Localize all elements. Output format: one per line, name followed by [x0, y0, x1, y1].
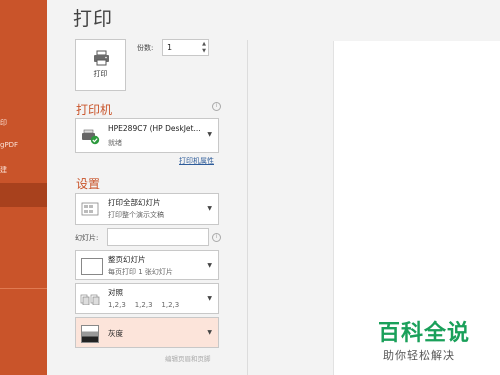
color-mode-label: 灰度 — [108, 329, 123, 338]
print-range-label: 打印全部幻灯片 — [108, 198, 161, 207]
sidebar-item-print-partial[interactable]: 印 — [0, 118, 47, 128]
collation-select[interactable]: 对照 1,2,3 1,2,3 1,2,3 ▼ — [75, 283, 219, 314]
slides-input[interactable] — [107, 228, 209, 246]
spin-up-icon[interactable]: ▲ — [202, 42, 206, 47]
collated-pages-icon — [80, 294, 100, 305]
watermark-title: 百科全说 — [378, 321, 471, 346]
sidebar-divider — [0, 288, 47, 289]
sidebar-item-label: 建 — [0, 166, 7, 174]
edit-header-footer-link[interactable]: 编辑页眉和页脚 — [165, 353, 211, 363]
chevron-down-icon: ▼ — [207, 295, 212, 302]
printer-section-title: 打印机 — [76, 103, 113, 117]
slides-stack-icon — [81, 202, 99, 216]
sidebar-item-create[interactable]: 建 — [0, 165, 47, 175]
printer-name: HPE289C7 (HP DeskJet... — [108, 124, 201, 133]
collation-label: 对照 — [108, 288, 123, 297]
color-mode-select[interactable]: 灰度 ▼ — [75, 317, 219, 348]
grayscale-icon — [81, 325, 99, 343]
spin-down-icon[interactable]: ▼ — [202, 49, 206, 54]
slides-label: 幻灯片: — [75, 234, 99, 242]
sidebar-item-active[interactable] — [0, 183, 47, 207]
chevron-down-icon: ▼ — [207, 205, 212, 212]
watermark-subtitle: 助你轻松解决 — [383, 349, 455, 362]
copies-label: 份数: — [137, 44, 154, 52]
sidebar-item-label: 印 — [0, 119, 7, 127]
print-button-label: 打印 — [93, 70, 108, 78]
layout-label: 整页幻灯片 — [108, 255, 146, 264]
chevron-down-icon: ▼ — [207, 131, 212, 138]
sidebar-item-label: gPDF — [0, 141, 19, 149]
settings-section-title: 设置 — [76, 177, 101, 191]
printer-icon — [94, 50, 109, 66]
copies-value: 1 — [167, 43, 173, 52]
sidebar-item-pdf[interactable]: gPDF — [0, 141, 47, 149]
full-page-slide-icon — [81, 258, 103, 275]
printer-properties-link[interactable]: 打印机属性 — [179, 156, 214, 166]
print-button[interactable]: 打印 — [75, 39, 126, 91]
info-icon[interactable]: i — [212, 233, 221, 242]
collation-desc: 1,2,3 1,2,3 1,2,3 — [108, 301, 180, 309]
printer-select[interactable]: HPE289C7 (HP DeskJet... 就绪 ▼ — [75, 118, 219, 153]
layout-select[interactable]: 整页幻灯片 每页打印 1 张幻灯片 ▼ — [75, 250, 219, 280]
copies-stepper[interactable]: 1 ▲ ▼ — [162, 39, 209, 56]
layout-desc: 每页打印 1 张幻灯片 — [108, 268, 173, 276]
panel-divider — [247, 40, 248, 375]
chevron-down-icon: ▼ — [207, 262, 212, 269]
printer-status: 就绪 — [108, 139, 122, 147]
print-range-select[interactable]: 打印全部幻灯片 打印整个演示文稿 ▼ — [75, 193, 219, 225]
page-title: 打印 — [73, 8, 114, 30]
chevron-down-icon: ▼ — [207, 329, 212, 336]
info-icon[interactable]: i — [212, 102, 221, 111]
printer-ready-icon — [82, 129, 100, 145]
backstage-sidebar: 印 gPDF 建 — [0, 0, 47, 375]
print-range-desc: 打印整个演示文稿 — [108, 211, 164, 219]
